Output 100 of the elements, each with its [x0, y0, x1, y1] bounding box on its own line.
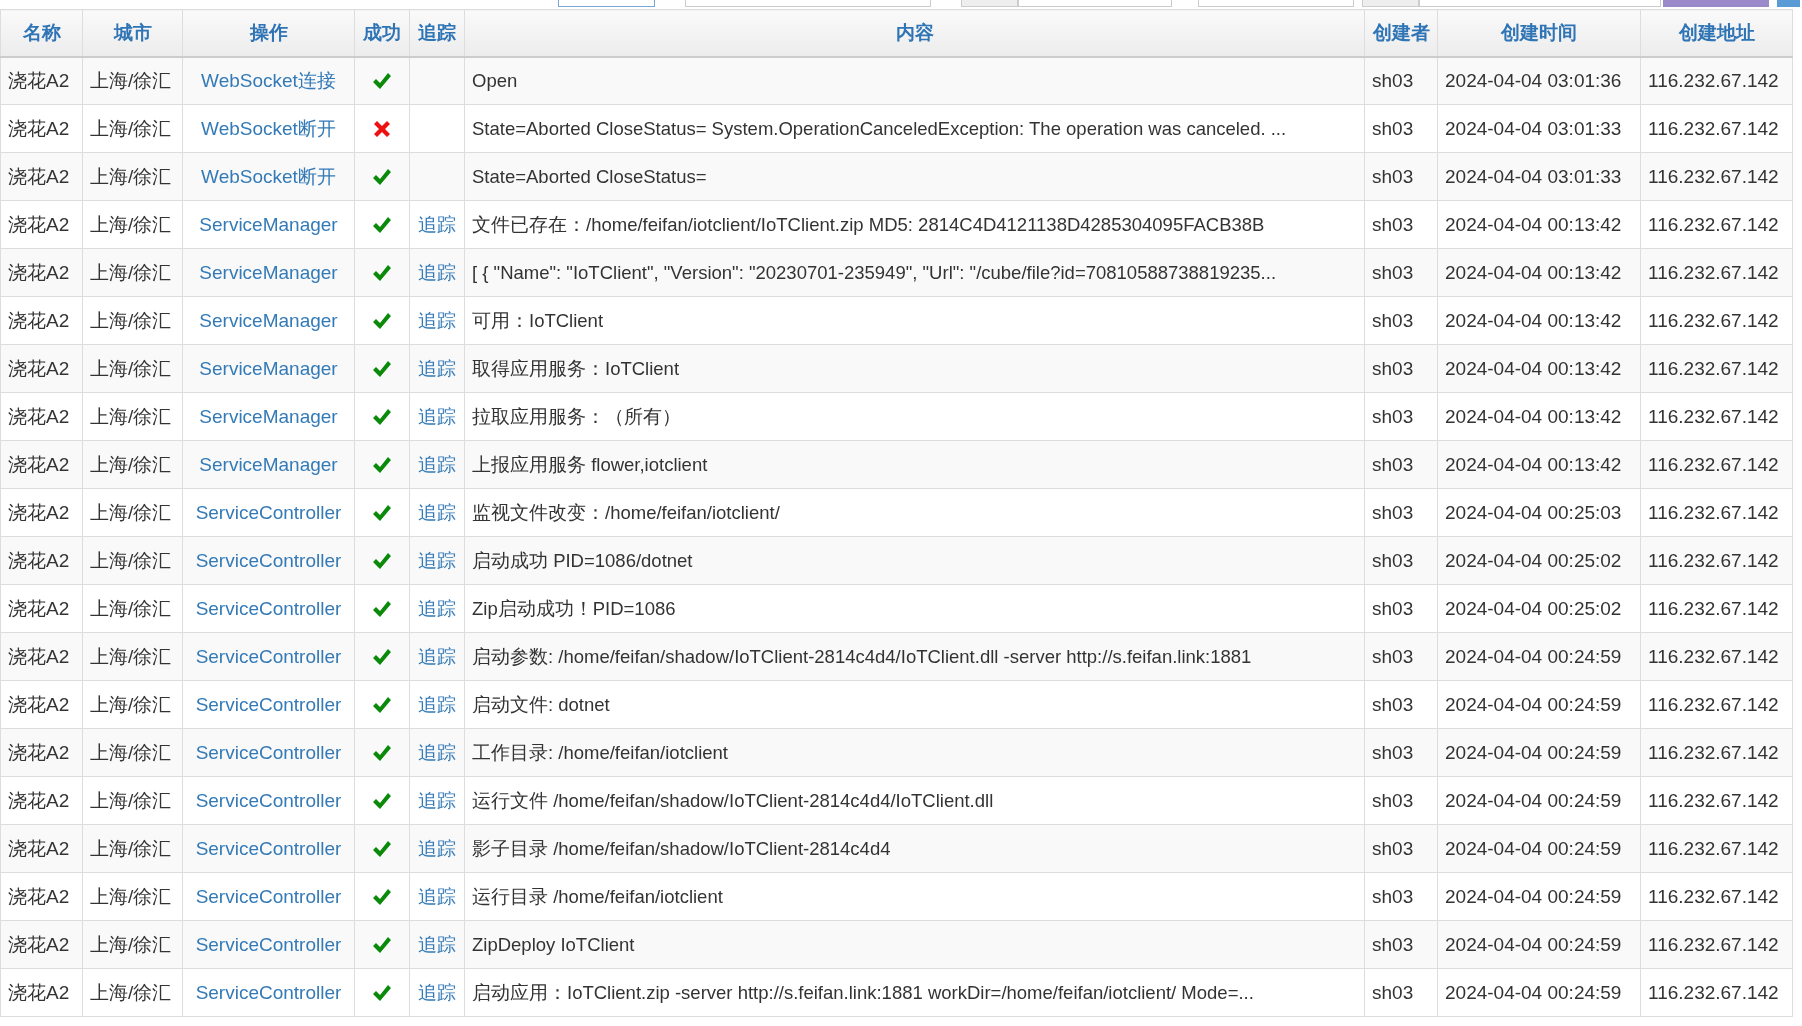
table-cell: 浇花A2: [0, 104, 83, 153]
table-cell: 116.232.67.142: [1640, 968, 1793, 1017]
table-cell: sh03: [1364, 776, 1438, 825]
table-cell: 浇花A2: [0, 344, 83, 393]
table-cell: 浇花A2: [0, 248, 83, 297]
table-cell: sh03: [1364, 920, 1438, 969]
table-cell: sh03: [1364, 632, 1438, 681]
table-cell: 浇花A2: [0, 392, 83, 441]
table-cell: 2024-04-04 00:13:42: [1437, 200, 1641, 249]
column-header[interactable]: 内容: [464, 9, 1365, 57]
table-cell: 监视文件改变：/home/feifan/iotclient/: [464, 488, 1365, 537]
table-cell: 浇花A2: [0, 584, 83, 633]
table-cell: 116.232.67.142: [1640, 152, 1793, 201]
table-cell: 上海/徐汇: [82, 776, 183, 825]
column-header[interactable]: 创建者: [1364, 9, 1438, 57]
table-cell: 拉取应用服务：（所有）: [464, 392, 1365, 441]
table-cell: sh03: [1364, 968, 1438, 1017]
table-cell: 上海/徐汇: [82, 440, 183, 489]
column-header[interactable]: 城市: [82, 9, 183, 57]
column-header[interactable]: 操作: [182, 9, 355, 57]
table-cell: 上海/徐汇: [82, 488, 183, 537]
table-cell: 浇花A2: [0, 824, 83, 873]
table-cell: 上海/徐汇: [82, 920, 183, 969]
table-cell: 116.232.67.142: [1640, 536, 1793, 585]
table-cell: 2024-04-04 00:24:59: [1437, 776, 1641, 825]
table-cell: State=Aborted CloseStatus= System.OperationCanceledException: The operation was canceled. ...: [464, 104, 1365, 153]
table-cell: 2024-04-04 00:24:59: [1437, 824, 1641, 873]
table-cell: 2024-04-04 03:01:33: [1437, 152, 1641, 201]
table-cell: 影子目录 /home/feifan/shadow/IoTClient-2814c4d4: [464, 824, 1365, 873]
table-cell: 运行文件 /home/feifan/shadow/IoTClient-2814c4d4/IoTClient.dll: [464, 776, 1365, 825]
table-cell: 116.232.67.142: [1640, 872, 1793, 921]
table-cell: 启动成功 PID=1086/dotnet: [464, 536, 1365, 585]
table-cell: sh03: [1364, 248, 1438, 297]
table-cell: 116.232.67.142: [1640, 200, 1793, 249]
table-cell: 浇花A2: [0, 680, 83, 729]
table-cell: Open: [464, 56, 1365, 105]
table-cell: 上海/徐汇: [82, 824, 183, 873]
table-cell: 工作目录: /home/feifan/iotclient: [464, 728, 1365, 777]
table-cell: 浇花A2: [0, 56, 83, 105]
table-cell: 2024-04-04 00:13:42: [1437, 248, 1641, 297]
table-cell: 上海/徐汇: [82, 968, 183, 1017]
table-cell: 116.232.67.142: [1640, 632, 1793, 681]
table-cell: 上报应用服务 flower,iotclient: [464, 440, 1365, 489]
table-cell: sh03: [1364, 488, 1438, 537]
table-cell: ZipDeploy IoTClient: [464, 920, 1365, 969]
column-header[interactable]: 创建地址: [1640, 9, 1793, 57]
table-cell: sh03: [1364, 872, 1438, 921]
table-cell: 上海/徐汇: [82, 296, 183, 345]
table-cell: sh03: [1364, 104, 1438, 153]
table-cell: 2024-04-04 00:25:03: [1437, 488, 1641, 537]
table-cell: 2024-04-04 00:24:59: [1437, 872, 1641, 921]
table-cell: 116.232.67.142: [1640, 56, 1793, 105]
table-cell: 取得应用服务：IoTClient: [464, 344, 1365, 393]
table-cell: sh03: [1364, 680, 1438, 729]
column-header[interactable]: 追踪: [409, 9, 465, 57]
table-cell: sh03: [1364, 152, 1438, 201]
table-cell: 上海/徐汇: [82, 56, 183, 105]
table-cell: 2024-04-04 00:13:42: [1437, 440, 1641, 489]
table-cell: 116.232.67.142: [1640, 440, 1793, 489]
table-cell: 启动参数: /home/feifan/shadow/IoTClient-2814c4d4/IoTClient.dll -server http://s.feifan.link:1881: [464, 632, 1365, 681]
table-cell: Zip启动成功！PID=1086: [464, 584, 1365, 633]
table-cell: sh03: [1364, 200, 1438, 249]
table-cell: 可用：IoTClient: [464, 296, 1365, 345]
table-cell: 2024-04-04 00:13:42: [1437, 296, 1641, 345]
table-cell: 116.232.67.142: [1640, 728, 1793, 777]
table-cell: 116.232.67.142: [1640, 680, 1793, 729]
table-cell: 上海/徐汇: [82, 104, 183, 153]
table-cell: 浇花A2: [0, 440, 83, 489]
table-cell: 浇花A2: [0, 872, 83, 921]
table-cell: 116.232.67.142: [1640, 296, 1793, 345]
column-header[interactable]: 创建时间: [1437, 9, 1641, 57]
table-cell: 116.232.67.142: [1640, 824, 1793, 873]
table-cell: 浇花A2: [0, 536, 83, 585]
table-cell: 浇花A2: [0, 296, 83, 345]
table-cell: 浇花A2: [0, 920, 83, 969]
column-header[interactable]: 名称: [0, 9, 83, 57]
table-cell: 上海/徐汇: [82, 200, 183, 249]
table-cell: 文件已存在：/home/feifan/iotclient/IoTClient.zip MD5: 2814C4D4121138D4285304095FACB38B: [464, 200, 1365, 249]
table-cell: 上海/徐汇: [82, 344, 183, 393]
table-cell: 上海/徐汇: [82, 584, 183, 633]
table-cell: sh03: [1364, 536, 1438, 585]
table-cell: 116.232.67.142: [1640, 584, 1793, 633]
table-cell: 2024-04-04 00:24:59: [1437, 680, 1641, 729]
table-cell: 2024-04-04 00:24:59: [1437, 920, 1641, 969]
table-cell: [ { "Name": "IoTClient", "Version": "20230701-235949", "Url": "/cube/file?id=70810588738819235...: [464, 248, 1365, 297]
table-cell: 浇花A2: [0, 152, 83, 201]
table-cell: 浇花A2: [0, 776, 83, 825]
table-cell: sh03: [1364, 824, 1438, 873]
table-cell: 浇花A2: [0, 968, 83, 1017]
table-cell: 2024-04-04 00:24:59: [1437, 728, 1641, 777]
table-cell: 116.232.67.142: [1640, 392, 1793, 441]
table-cell: 上海/徐汇: [82, 248, 183, 297]
table-cell: sh03: [1364, 584, 1438, 633]
table-cell: 启动应用：IoTClient.zip -server http://s.feifan.link:1881 workDir=/home/feifan/iotclient/ Mode=...: [464, 968, 1365, 1017]
table-cell: 上海/徐汇: [82, 728, 183, 777]
column-header[interactable]: 成功: [354, 9, 410, 57]
table-cell: 上海/徐汇: [82, 872, 183, 921]
table-cell: 2024-04-04 00:24:59: [1437, 968, 1641, 1017]
table-cell: 上海/徐汇: [82, 536, 183, 585]
table-cell: 2024-04-04 00:13:42: [1437, 344, 1641, 393]
